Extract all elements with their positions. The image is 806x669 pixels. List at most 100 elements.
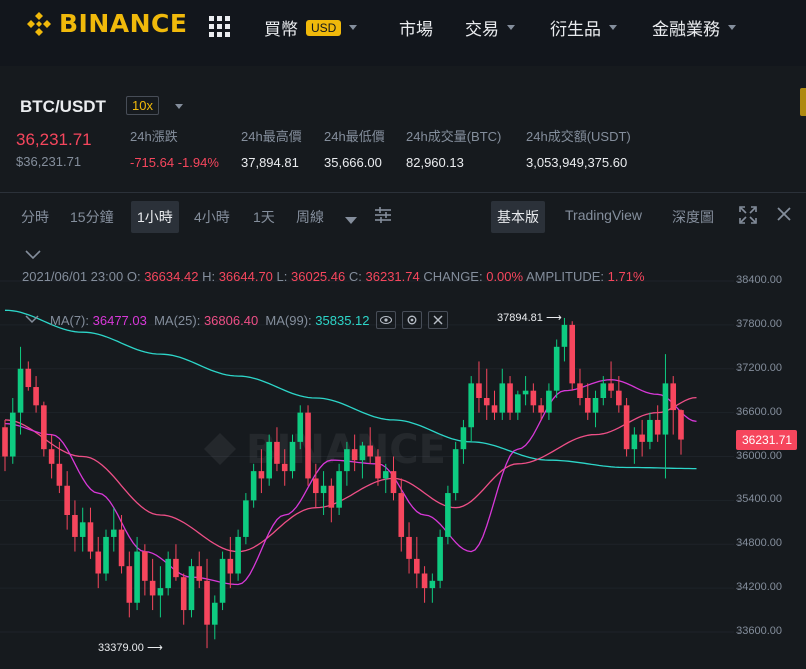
candle-body xyxy=(647,419,653,442)
candle-body xyxy=(445,493,451,537)
interval-1w[interactable]: 周線 xyxy=(290,201,330,233)
candle xyxy=(2,419,8,472)
price-axis-tick: 38400.00 xyxy=(736,274,782,286)
price-axis[interactable]: 38400.00 37800.00 37200.00 36600.00 36000.00… xyxy=(734,241,806,669)
last-price: 36,231.71 xyxy=(16,130,92,149)
interval-15m[interactable]: 15分鐘 xyxy=(64,201,120,233)
candle xyxy=(211,595,218,640)
price-axis-tick-mark xyxy=(736,632,740,633)
price-axis-tick: 33600.00 xyxy=(736,625,782,637)
low-value: 36025.46 xyxy=(291,269,346,284)
view-tradingview[interactable]: TradingView xyxy=(559,201,648,229)
candle-body xyxy=(126,566,133,603)
ma25-value: 36806.40 xyxy=(203,312,259,328)
more-intervals-dropdown-icon[interactable] xyxy=(345,212,357,230)
chart-toolbar: 分時 15分鐘 1小時 4小時 1天 周線 基本版 TradingView 深度… xyxy=(0,192,806,241)
candle-body xyxy=(600,383,607,398)
nav-derivatives-label: 衍生品 xyxy=(550,20,601,39)
candle-body xyxy=(72,515,78,537)
view-depth[interactable]: 深度圖 xyxy=(666,201,720,233)
interval-time-sharing[interactable]: 分時 xyxy=(15,201,55,233)
binance-logo[interactable]: BINANCE xyxy=(25,9,187,38)
price-axis-tick-mark xyxy=(736,500,740,502)
side-panel-tab[interactable] xyxy=(800,88,806,116)
candle-body xyxy=(344,449,350,472)
stat-24h-change: 24h漲跌 -715.64 -1.94% xyxy=(130,126,219,170)
nav-derivatives[interactable]: 衍生品 xyxy=(550,15,617,40)
candle-body xyxy=(421,573,428,589)
amplitude-label: AMPLITUDE: xyxy=(526,269,605,284)
candle-body xyxy=(196,566,203,581)
candle xyxy=(421,566,428,603)
candle xyxy=(468,376,474,442)
candle-body xyxy=(538,405,544,413)
candle-body xyxy=(631,434,638,450)
interval-1h[interactable]: 1小時 xyxy=(131,201,179,233)
candle-body xyxy=(79,522,86,537)
close-value: 36231.74 xyxy=(365,269,420,284)
price-axis-tick: 35400.00 xyxy=(736,493,782,506)
price-axis-tick-mark xyxy=(736,281,740,282)
nav-finance[interactable]: 金融業務 xyxy=(652,15,736,40)
candle-body xyxy=(204,580,210,625)
candle-body xyxy=(9,412,16,457)
stat-label: 24h最低價 xyxy=(324,129,385,144)
close-icon[interactable] xyxy=(427,311,448,329)
candle-body xyxy=(561,324,568,347)
candle-body xyxy=(149,580,156,596)
candle-body xyxy=(17,368,24,413)
eye-icon[interactable] xyxy=(375,311,396,329)
candle-body xyxy=(530,390,537,406)
candle xyxy=(437,529,443,589)
ma25-label: MA(25): xyxy=(154,312,201,328)
candle xyxy=(499,368,506,420)
trading-pair-symbol[interactable]: BTC/USDT xyxy=(20,97,106,117)
arrow-right-icon: ⟶ xyxy=(146,642,163,654)
ma25-line xyxy=(4,396,697,553)
last-price-usd: $36,231.71 xyxy=(16,154,82,169)
candle xyxy=(398,478,405,552)
fullscreen-icon[interactable] xyxy=(739,206,757,229)
candle-body xyxy=(678,410,684,440)
nav-markets[interactable]: 市場 xyxy=(399,15,433,40)
candlestick-chart[interactable]: BINANCE 2021/06/01 23:00 O: 36634.42 H: … xyxy=(0,241,806,669)
candle-body xyxy=(25,368,32,388)
interval-4h[interactable]: 4小時 xyxy=(188,201,236,233)
apps-grid-icon[interactable] xyxy=(209,16,230,37)
chevron-down-icon xyxy=(507,25,515,30)
chevron-down-icon[interactable] xyxy=(25,315,39,324)
open-label: O: xyxy=(126,269,141,284)
current-price-tag: 36231.71 xyxy=(736,430,798,450)
price-axis-tick: 34800.00 xyxy=(736,537,782,550)
candle xyxy=(204,558,210,649)
candle xyxy=(134,536,140,611)
chevron-down-icon[interactable] xyxy=(175,104,183,109)
candle-body xyxy=(165,558,171,589)
candle-body xyxy=(608,383,614,391)
settings-icon[interactable] xyxy=(401,311,422,329)
nav-trade[interactable]: 交易 xyxy=(465,15,515,40)
candle-body xyxy=(359,445,366,461)
candle xyxy=(654,405,661,442)
candle xyxy=(305,405,311,486)
low-price-marker: 33379.00 ⟶ xyxy=(98,641,163,654)
candle-body xyxy=(569,324,576,384)
candle xyxy=(87,507,94,559)
chart-canvas[interactable]: BINANCE xyxy=(0,241,806,669)
stat-24h-volume-usdt: 24h成交額(USDT) 3,053,949,375.60 xyxy=(526,126,631,170)
stat-24h-volume-btc: 24h成交量(BTC) 82,960.13 xyxy=(406,126,501,170)
nav-buy-crypto[interactable]: 買幣 USD xyxy=(264,15,358,40)
view-basic[interactable]: 基本版 xyxy=(491,201,545,233)
candle xyxy=(149,558,156,611)
candle-body xyxy=(491,405,498,413)
collapse-chevron-icon[interactable] xyxy=(25,250,41,260)
close-label: C: xyxy=(348,269,362,284)
leverage-badge[interactable]: 10x xyxy=(126,96,159,115)
indicator-settings-icon[interactable] xyxy=(374,206,392,229)
candle-body xyxy=(670,383,677,411)
candles xyxy=(2,317,684,649)
candle-body xyxy=(235,536,241,574)
ma25-line-group xyxy=(4,396,697,553)
close-icon[interactable] xyxy=(776,206,792,227)
interval-1d[interactable]: 1天 xyxy=(247,201,281,233)
